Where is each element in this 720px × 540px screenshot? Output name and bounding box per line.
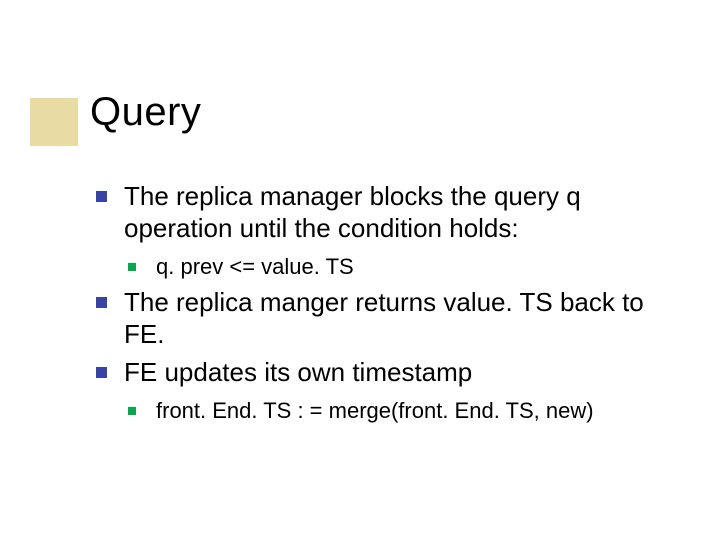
bullet-level2: q. prev <= value. TS [96, 254, 656, 281]
square-bullet-icon [96, 191, 107, 202]
bullet-level1: FE updates its own timestamp [96, 357, 656, 389]
bullet-text: The replica manager blocks the query q o… [124, 181, 581, 243]
square-bullet-icon [128, 407, 136, 415]
square-bullet-icon [96, 297, 107, 308]
bullet-text: front. End. TS : = merge(front. End. TS,… [156, 398, 594, 423]
slide-body: The replica manager blocks the query q o… [96, 175, 656, 431]
slide-title: Query [90, 90, 201, 135]
bullet-level1: The replica manger returns value. TS bac… [96, 287, 656, 350]
bullet-text: q. prev <= value. TS [156, 254, 354, 279]
bullet-level2: front. End. TS : = merge(front. End. TS,… [96, 398, 656, 425]
bullet-level1: The replica manager blocks the query q o… [96, 181, 656, 244]
square-bullet-icon [128, 263, 136, 271]
slide: Query The replica manager blocks the que… [0, 0, 720, 540]
bullet-text: FE updates its own timestamp [124, 357, 472, 387]
square-bullet-icon [96, 367, 107, 378]
title-accent-box [30, 98, 78, 146]
bullet-text: The replica manger returns value. TS bac… [124, 287, 644, 349]
